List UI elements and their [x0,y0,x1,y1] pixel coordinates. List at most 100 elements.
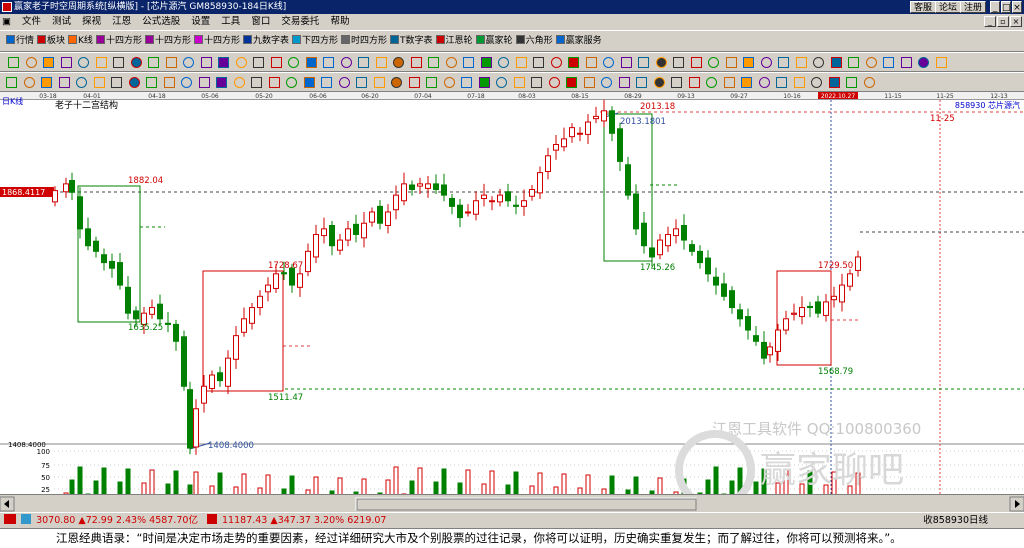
tb2-tool-icon-2[interactable] [43,57,54,68]
tb2-tool-icon-29[interactable] [515,57,527,68]
toolbar-btn-12[interactable]: 六角形 [515,31,553,51]
tb3-tool-icon-15[interactable] [268,77,280,88]
tb3-tool-icon-5[interactable] [93,77,105,88]
tb3-tool-icon-38[interactable] [671,77,682,88]
tb2-tool-icon-7[interactable] [130,57,142,68]
tb2-tool-icon-34[interactable] [603,57,614,68]
toolbar-btn-8[interactable]: 时四方形 [341,31,387,51]
tb2-tool-icon-39[interactable] [690,57,702,68]
tb3-tool-icon-13[interactable] [233,77,245,88]
tb3-tool-icon-26[interactable] [461,77,472,88]
tb2-tool-icon-0[interactable] [8,57,19,68]
chart-scrollbar[interactable] [0,494,1024,512]
tb3-tool-icon-40[interactable] [706,77,717,88]
tb2-tool-icon-25[interactable] [445,57,457,68]
tb3-tool-icon-11[interactable] [198,77,210,88]
menu-file[interactable]: 文件 [18,14,45,30]
tb3-tool-icon-45[interactable] [793,77,805,88]
forum-button[interactable]: 论坛 [935,1,962,13]
toolbar-btn-13[interactable]: 赢家服务 [555,31,602,51]
tb2-tool-icon-47[interactable] [830,57,842,68]
help-button[interactable]: 客服 [910,1,937,13]
tb3-tool-icon-33[interactable] [583,77,595,88]
tb3-tool-icon-39[interactable] [688,77,700,88]
tb3-tool-icon-47[interactable] [828,77,840,88]
tb3-tool-icon-48[interactable] [846,77,857,88]
tb2-tool-icon-24[interactable] [428,57,439,68]
tb3-tool-icon-16[interactable] [286,77,297,88]
tb2-tool-icon-45[interactable] [795,57,807,68]
tb3-tool-icon-25[interactable] [443,77,455,88]
tb3-tool-icon-37[interactable] [653,77,665,88]
tb2-tool-icon-40[interactable] [708,57,719,68]
tb3-tool-icon-22[interactable] [391,77,402,88]
tb3-tool-icon-41[interactable] [723,77,735,88]
toolbar-btn-0[interactable]: 行情 [6,31,34,51]
menu-view[interactable]: 探视 [78,14,105,30]
tb2-tool-icon-21[interactable] [375,57,387,68]
tb2-tool-icon-18[interactable] [323,57,334,68]
tb3-tool-icon-18[interactable] [321,77,332,88]
tb3-tool-icon-9[interactable] [163,77,175,88]
tb2-tool-icon-43[interactable] [760,57,772,68]
tb2-tool-icon-33[interactable] [585,57,597,68]
tb2-tool-icon-28[interactable] [498,57,509,68]
tb2-tool-icon-23[interactable] [410,57,422,68]
tb3-tool-icon-43[interactable] [758,77,770,88]
tb2-tool-icon-12[interactable] [218,57,229,68]
tb2-tool-icon-6[interactable] [113,57,124,68]
toolbar-btn-7[interactable]: 下四方形 [292,31,338,51]
tb3-tool-icon-19[interactable] [338,77,350,88]
menu-trade[interactable]: 交易委托 [277,14,323,30]
tb2-tool-icon-13[interactable] [235,57,247,68]
tb3-tool-icon-44[interactable] [776,77,787,88]
tb2-tool-icon-49[interactable] [865,57,877,68]
tb2-tool-icon-8[interactable] [148,57,159,68]
tb2-tool-icon-16[interactable] [288,57,299,68]
toolbar-btn-11[interactable]: 赢家轮 [475,31,513,51]
menu-settings[interactable]: 设置 [187,14,214,30]
tb3-tool-icon-36[interactable] [636,77,647,88]
tb2-tool-icon-36[interactable] [638,57,649,68]
tb2-tool-icon-1[interactable] [25,57,37,68]
tb2-tool-icon-19[interactable] [340,57,352,68]
toolbar-btn-2[interactable]: K线 [68,31,93,51]
tb2-tool-icon-35[interactable] [620,57,632,68]
tb2-tool-icon-46[interactable] [813,57,824,68]
toolbar-btn-4[interactable]: 十四方形 [144,31,191,51]
tb2-tool-icon-14[interactable] [253,57,264,68]
tb2-tool-icon-10[interactable] [183,57,194,68]
tb2-tool-icon-32[interactable] [568,57,579,68]
tb3-tool-icon-4[interactable] [76,77,87,88]
tb3-tool-icon-12[interactable] [216,77,227,88]
tb2-tool-icon-20[interactable] [358,57,369,68]
toolbar-btn-6[interactable]: 九数字表 [242,31,289,51]
tb3-tool-icon-20[interactable] [356,77,367,88]
tb2-tool-icon-52[interactable] [918,57,929,68]
tb2-tool-icon-37[interactable] [655,57,667,68]
tb3-tool-icon-29[interactable] [513,77,525,88]
tb2-tool-icon-38[interactable] [673,57,684,68]
tb2-tool-icon-27[interactable] [480,57,492,68]
tb2-tool-icon-9[interactable] [165,57,177,68]
tb2-tool-icon-53[interactable] [935,57,947,68]
mdi-restore-icon[interactable]: ▫ [997,16,1009,27]
tb3-tool-icon-49[interactable] [863,77,875,88]
mdi-minimize-icon[interactable]: _ [984,16,996,27]
mdi-close-icon[interactable]: × [1010,16,1022,27]
tb3-tool-icon-1[interactable] [23,77,35,88]
tb3-tool-icon-7[interactable] [128,77,140,88]
tb3-tool-icon-24[interactable] [426,77,437,88]
tb2-tool-icon-17[interactable] [305,57,317,68]
menu-test[interactable]: 测试 [48,14,75,30]
tb2-tool-icon-22[interactable] [393,57,404,68]
close-icon[interactable]: × [1012,1,1022,13]
menu-formula[interactable]: 公式选股 [138,14,184,30]
tb3-tool-icon-28[interactable] [496,77,507,88]
menu-gann[interactable]: 江恩 [108,14,135,30]
tb2-tool-icon-4[interactable] [78,57,89,68]
tb2-tool-icon-41[interactable] [725,57,737,68]
tb2-tool-icon-26[interactable] [463,57,474,68]
tb3-tool-icon-27[interactable] [478,77,490,88]
tb2-tool-icon-11[interactable] [200,57,212,68]
